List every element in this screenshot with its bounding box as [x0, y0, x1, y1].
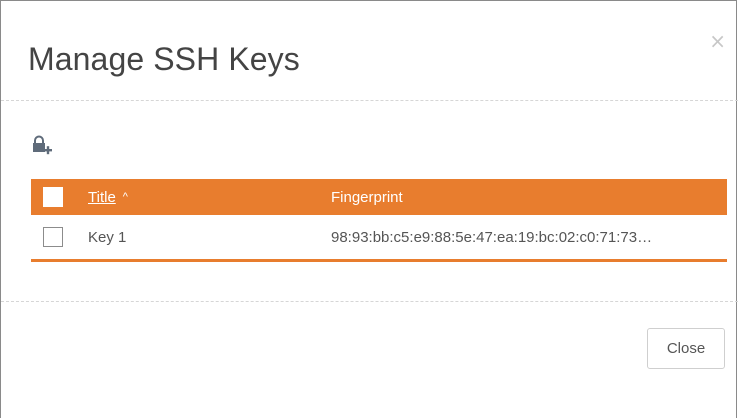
row-title: Key 1 [88, 228, 127, 246]
row-checkbox[interactable] [43, 227, 63, 247]
lock-plus-icon [33, 135, 52, 155]
title-column-sort-link[interactable]: Title [88, 189, 116, 206]
ssh-keys-table: Title ^ Fingerprint Key 1 98:93:bb:c5:e9… [31, 179, 727, 262]
sort-ascending-icon: ^ [122, 191, 128, 203]
header-divider [1, 100, 738, 101]
close-icon[interactable]: × [709, 31, 726, 51]
row-fingerprint: 98:93:bb:c5:e9:88:5e:47:ea:19:bc:02:c0:7… [331, 228, 653, 246]
add-key-icon[interactable] [31, 134, 53, 156]
manage-ssh-keys-dialog: × Manage SSH Keys Title ^ Fingerprint Ke… [0, 0, 738, 418]
dialog-title: Manage SSH Keys [28, 41, 300, 77]
table-row: Key 1 98:93:bb:c5:e9:88:5e:47:ea:19:bc:0… [31, 215, 727, 262]
table-header: Title ^ Fingerprint [31, 179, 727, 215]
close-button[interactable]: Close [647, 328, 725, 369]
select-all-checkbox[interactable] [43, 187, 63, 207]
fingerprint-column-header: Fingerprint [331, 188, 403, 206]
footer-divider [1, 301, 738, 302]
